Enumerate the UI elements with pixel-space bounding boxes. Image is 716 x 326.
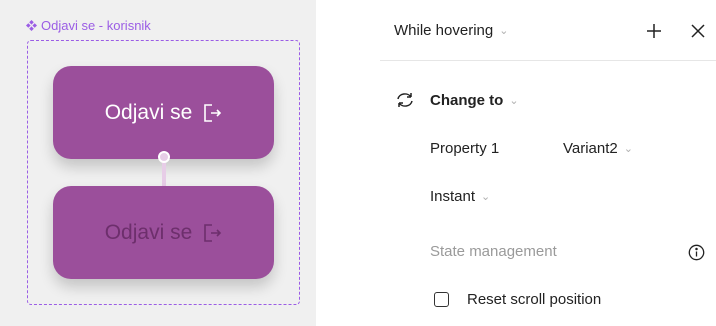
logout-icon bbox=[204, 103, 222, 122]
trigger-label: While hovering bbox=[394, 22, 494, 39]
action-label: Change to bbox=[430, 91, 504, 109]
action-dropdown[interactable]: Change to ⌄ bbox=[394, 91, 519, 109]
design-canvas[interactable]: Odjavi se - korisnik Odjavi se Odjavi se bbox=[0, 0, 316, 326]
component-label[interactable]: Odjavi se - korisnik bbox=[26, 18, 151, 33]
reset-scroll-row[interactable]: Reset scroll position bbox=[434, 291, 601, 308]
property-value: Variant2 bbox=[563, 140, 618, 157]
variant-2-button[interactable]: Odjavi se bbox=[53, 186, 274, 279]
component-diamond-icon bbox=[26, 20, 37, 31]
close-button[interactable] bbox=[686, 19, 710, 43]
chevron-down-icon: ⌄ bbox=[481, 191, 491, 203]
variant-1-label: Odjavi se bbox=[104, 100, 193, 124]
swap-icon bbox=[397, 93, 413, 107]
reset-scroll-label: Reset scroll position bbox=[467, 291, 602, 308]
info-icon bbox=[688, 244, 704, 260]
property-value-dropdown[interactable]: Variant2 ⌄ bbox=[563, 140, 633, 157]
chevron-down-icon: ⌄ bbox=[623, 143, 633, 155]
plus-icon bbox=[647, 24, 661, 38]
close-icon bbox=[691, 24, 705, 38]
variant-2-label: Odjavi se bbox=[104, 220, 193, 244]
animation-label: Instant bbox=[430, 188, 476, 205]
variant-1-button[interactable]: Odjavi se bbox=[53, 66, 274, 159]
animation-dropdown[interactable]: Instant ⌄ bbox=[430, 188, 490, 205]
interaction-panel: While hovering ⌄ bbox=[380, 0, 716, 326]
trigger-dropdown[interactable]: While hovering ⌄ bbox=[394, 22, 508, 39]
add-action-button[interactable] bbox=[642, 19, 666, 43]
logout-icon bbox=[204, 223, 222, 242]
chevron-down-icon: ⌄ bbox=[499, 25, 509, 37]
component-label-text: Odjavi se - korisnik bbox=[41, 18, 151, 33]
header-divider bbox=[380, 60, 716, 61]
connector-line bbox=[162, 161, 166, 187]
connector-handle[interactable] bbox=[158, 151, 170, 163]
reset-scroll-checkbox[interactable] bbox=[434, 292, 449, 307]
state-management-info-button[interactable] bbox=[686, 242, 706, 262]
chevron-down-icon: ⌄ bbox=[509, 94, 519, 107]
prototype-connector[interactable] bbox=[158, 151, 170, 187]
